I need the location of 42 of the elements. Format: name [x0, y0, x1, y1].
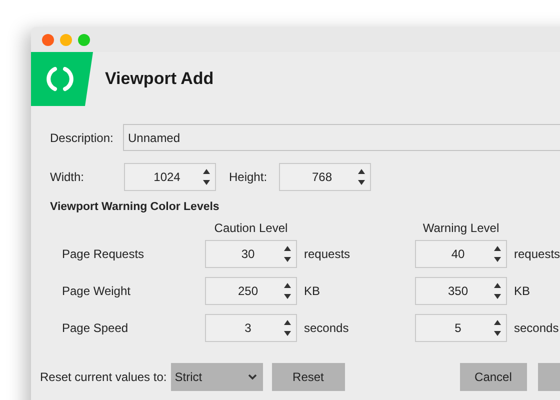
stepper-arrows-icon [284, 282, 291, 300]
stepper-arrows-icon [203, 168, 210, 186]
number-stepper[interactable]: 350 [415, 277, 507, 305]
unit-label: seconds [303, 321, 350, 335]
number-stepper[interactable]: 250 [205, 277, 297, 305]
description-field[interactable]: Unnamed [123, 124, 560, 151]
column-header: Caution Level [213, 221, 289, 235]
stepper-arrows-icon [494, 319, 501, 337]
window-title: Viewport Add [105, 69, 214, 89]
stepper-arrows-icon [284, 319, 291, 337]
unit-label: KB [303, 284, 322, 298]
section-title: Viewport Warning Color Levels [50, 201, 220, 213]
unit-label: seconds [513, 321, 560, 335]
metric-label: Page Speed [62, 321, 130, 335]
number-stepper[interactable]: 5 [415, 314, 507, 342]
reset-label: Reset current values to: [40, 370, 167, 384]
dimension-label: Width: [50, 170, 86, 184]
stepper-arrows-icon [284, 245, 291, 263]
column-header: Warning Level [422, 221, 500, 235]
stepper-arrows-icon [358, 168, 365, 186]
unit-label: KB [513, 284, 532, 298]
logo-icon [31, 52, 93, 106]
unit-label: requests [303, 247, 352, 261]
close-button[interactable] [42, 34, 54, 46]
stepper-arrows-icon [494, 245, 501, 263]
preset-dropdown[interactable]: Strict [170, 363, 263, 391]
unit-label: requests [513, 247, 560, 261]
chevron-down-icon [248, 374, 257, 380]
metric-label: Page Weight [62, 284, 132, 298]
stepper-arrows-icon [494, 282, 501, 300]
number-stepper[interactable]: 30 [205, 240, 297, 268]
number-stepper[interactable]: 40 [415, 240, 507, 268]
cancel-button[interactable]: Cancel [460, 363, 527, 391]
number-stepper[interactable]: 3 [205, 314, 297, 342]
metric-label: Page Requests [62, 247, 146, 261]
zoom-button[interactable] [78, 34, 90, 46]
dimension-label: Height: [229, 170, 268, 184]
reset-button[interactable]: Reset [272, 363, 345, 391]
number-stepper[interactable]: 768 [279, 163, 371, 191]
description-label: Description: [50, 130, 114, 144]
minimize-button[interactable] [60, 34, 72, 46]
number-stepper[interactable]: 1024 [124, 163, 216, 191]
